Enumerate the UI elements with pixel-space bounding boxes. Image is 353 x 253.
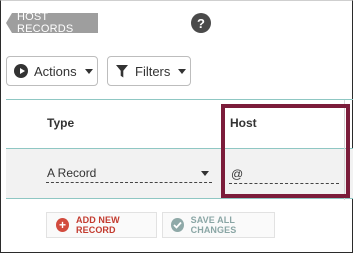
record-type-value: A Record [47,165,97,180]
actions-button[interactable]: Actions [6,56,98,86]
save-all-changes-button[interactable]: SAVE ALL CHANGES [162,212,275,238]
chevron-down-icon [201,171,209,176]
filters-button[interactable]: Filters [107,56,191,86]
add-record-label: ADD NEW RECORD [76,215,120,235]
host-column-highlight [221,104,350,198]
help-button[interactable]: ? [191,13,211,33]
chevron-down-icon [84,68,93,74]
add-new-record-button[interactable]: + ADD NEW RECORD [46,212,157,238]
play-circle-icon [14,64,28,78]
chevron-down-icon [178,68,187,74]
funnel-icon [116,64,128,77]
record-type-select[interactable]: A Record [46,163,212,183]
divider [6,198,353,199]
filters-label: Filters [135,63,171,79]
actions-label: Actions [34,63,77,79]
save-changes-label: SAVE ALL CHANGES [190,215,237,235]
check-circle-icon [171,218,184,232]
divider [6,99,353,100]
page-title: HOST RECORDS [6,13,98,33]
plus-circle-icon: + [56,218,70,232]
column-header-type: Type [47,116,75,130]
